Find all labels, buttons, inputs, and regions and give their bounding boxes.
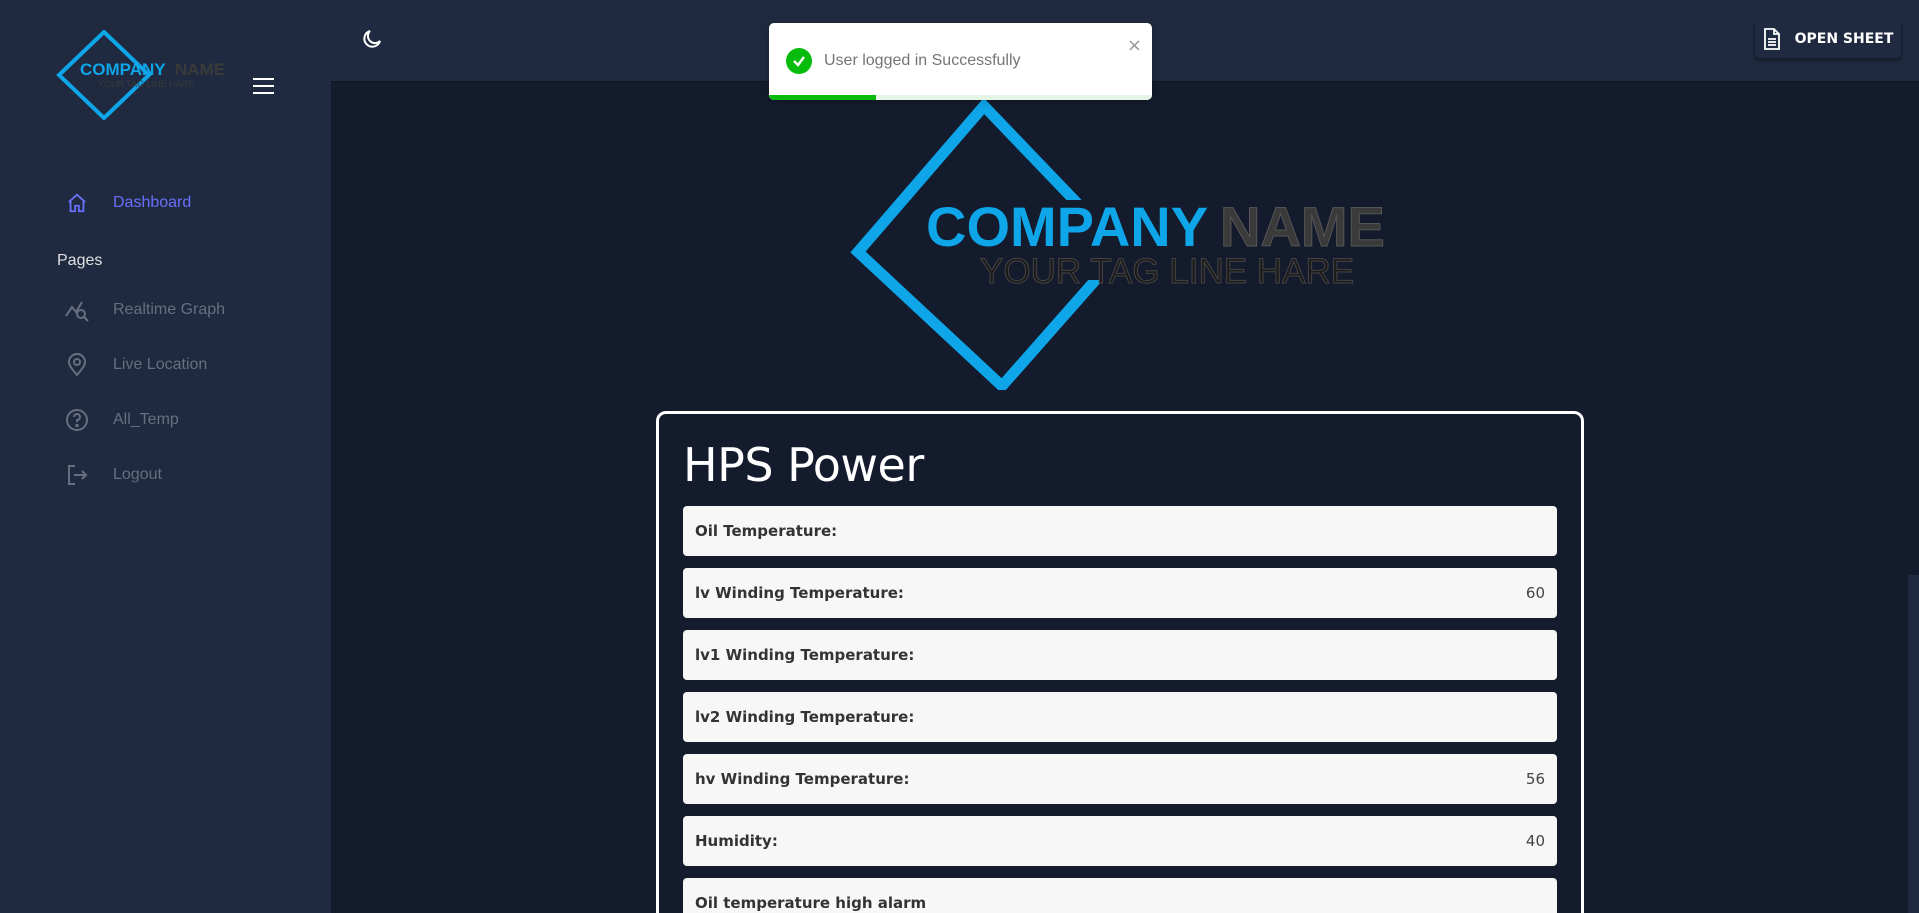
reading-row-lv2-winding: lv2 Winding Temperature: <box>683 692 1557 742</box>
success-toast[interactable]: User logged in Successfully × <box>769 23 1152 100</box>
logo-name-part1: COMPANY <box>80 60 166 79</box>
reading-label: lv2 Winding Temperature: <box>695 708 915 726</box>
toast-progress-fill <box>769 95 877 100</box>
reading-label: Humidity: <box>695 832 778 850</box>
sidebar-item-label: All_Temp <box>113 411 179 428</box>
document-icon <box>1763 28 1783 50</box>
open-sheet-label: OPEN SHEET <box>1794 31 1894 47</box>
toast-message: User logged in Successfully <box>824 52 1021 69</box>
help-circle-icon <box>63 406 91 434</box>
reading-row-humidity: Humidity: 40 <box>683 816 1557 866</box>
home-icon <box>63 189 91 217</box>
reading-value: 56 <box>1525 770 1545 788</box>
scrollbar-thumb[interactable] <box>1908 575 1919 913</box>
reading-value: 40 <box>1525 832 1545 850</box>
reading-value: 60 <box>1525 584 1545 602</box>
reading-label: Oil temperature high alarm <box>695 894 927 912</box>
reading-row-oil-high-alarm: Oil temperature high alarm <box>683 878 1557 913</box>
reading-row-lv1-winding: lv1 Winding Temperature: <box>683 630 1557 680</box>
main-logo-name-part2: NAME <box>1220 195 1385 258</box>
sidebar-item-live-location[interactable]: Live Location <box>63 345 207 385</box>
main-logo-tagline: YOUR TAG LINE HARE <box>980 252 1354 291</box>
sidebar-item-dashboard[interactable]: Dashboard <box>63 183 191 223</box>
close-icon[interactable]: × <box>1127 35 1142 56</box>
reading-label: lv1 Winding Temperature: <box>695 646 915 664</box>
moon-icon[interactable] <box>360 27 384 51</box>
sidebar: COMPANY NAME YOUR TAG LINE HARE Dashboar… <box>0 0 331 913</box>
card-title: HPS Power <box>683 438 924 492</box>
reading-label: lv Winding Temperature: <box>695 584 904 602</box>
open-sheet-button[interactable]: OPEN SHEET <box>1755 20 1901 58</box>
sidebar-item-all-temp[interactable]: All_Temp <box>63 400 179 440</box>
device-card: HPS Power Oil Temperature: lv Winding Te… <box>656 411 1584 913</box>
company-logo[interactable]: COMPANY NAME YOUR TAG LINE HARE <box>56 30 236 120</box>
sidebar-item-label: Realtime Graph <box>113 301 226 318</box>
main-logo-name-part1: COMPANY <box>926 195 1208 258</box>
sidebar-section-pages: Pages <box>57 252 103 269</box>
sidebar-item-logout[interactable]: Logout <box>63 455 162 495</box>
reading-label: hv Winding Temperature: <box>695 770 910 788</box>
chart-search-icon <box>63 296 91 324</box>
sidebar-item-realtime-graph[interactable]: Realtime Graph <box>63 290 225 330</box>
logo-name-part2: NAME <box>175 60 225 79</box>
check-circle-icon <box>786 48 812 74</box>
sidebar-item-label: Live Location <box>113 356 208 373</box>
sidebar-item-label: Dashboard <box>113 194 192 211</box>
reading-row-lv-winding: lv Winding Temperature: 60 <box>683 568 1557 618</box>
logout-icon <box>63 461 91 489</box>
location-pin-icon <box>63 351 91 379</box>
reading-row-hv-winding: hv Winding Temperature: 56 <box>683 754 1557 804</box>
main-company-logo: COMPANY NAME YOUR TAG LINE HARE <box>850 100 1385 390</box>
hamburger-icon[interactable] <box>253 78 279 98</box>
sidebar-item-label: Logout <box>113 466 162 483</box>
reading-label: Oil Temperature: <box>695 522 838 540</box>
logo-tagline: YOUR TAG LINE HARE <box>98 79 194 89</box>
reading-row-oil-temperature: Oil Temperature: <box>683 506 1557 556</box>
